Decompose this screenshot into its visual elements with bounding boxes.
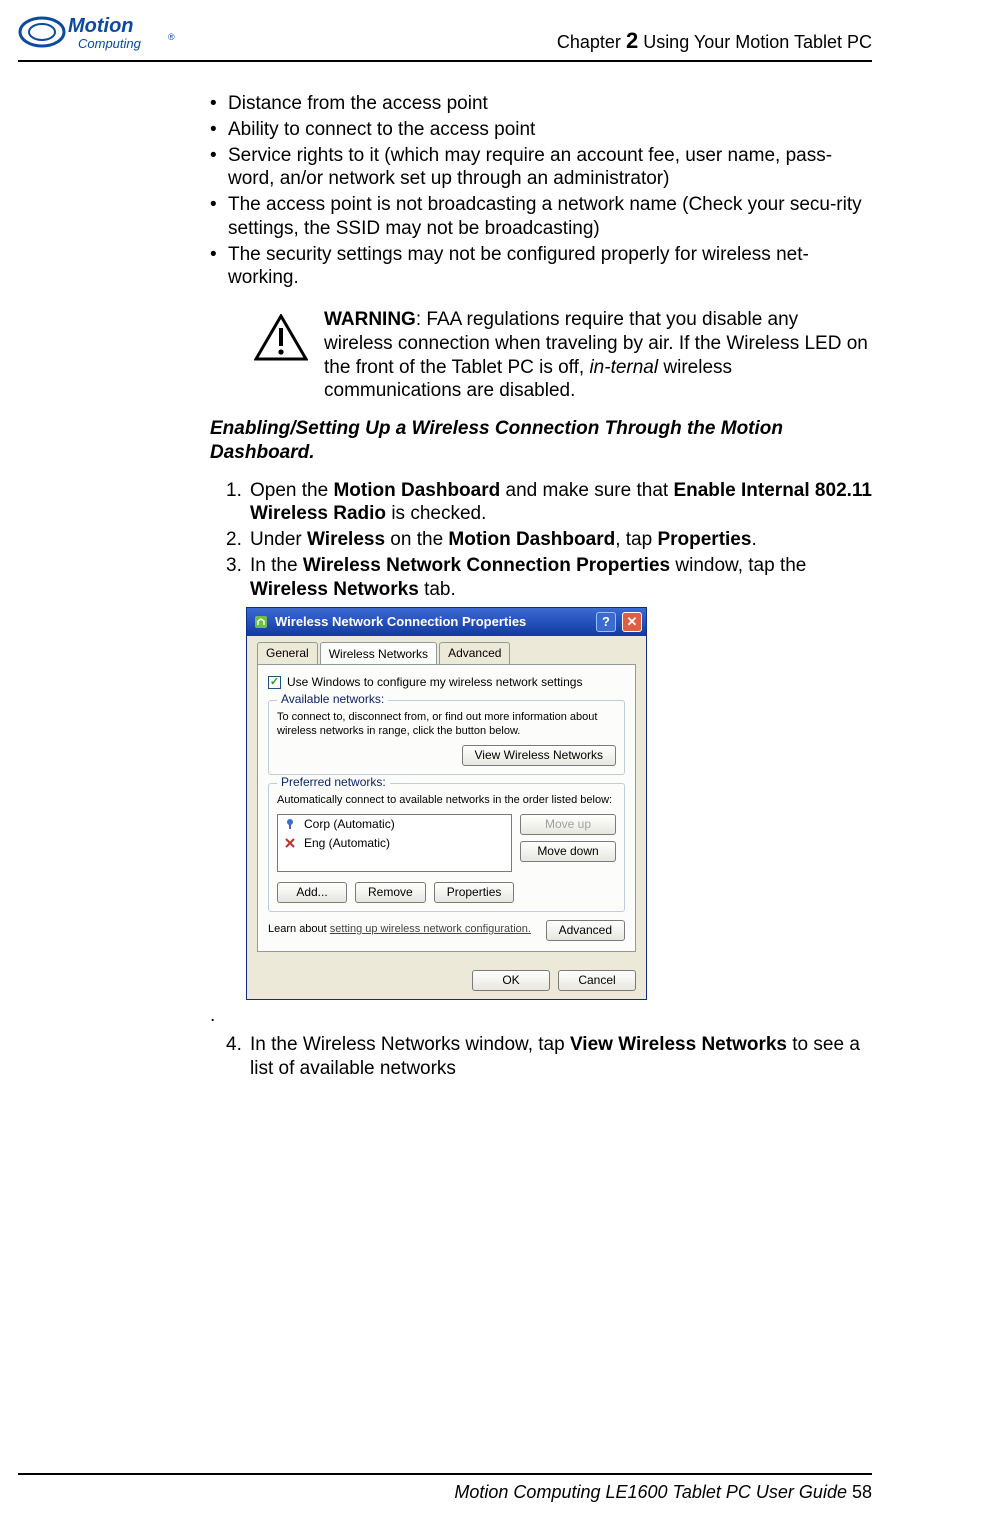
- help-button[interactable]: ?: [596, 612, 616, 632]
- chapter-number: 2: [626, 28, 638, 53]
- bullet-item: Ability to connect to the access point: [228, 118, 872, 142]
- bullet-item: Service rights to it (which may require …: [228, 144, 872, 192]
- svg-text:®: ®: [168, 32, 175, 42]
- bullet-item: Distance from the access point: [228, 92, 872, 116]
- logo-text-2: Computing: [78, 36, 142, 51]
- tab-panel: ✓ Use Windows to configure my wireless n…: [257, 664, 636, 951]
- footer-rule: [18, 1473, 872, 1475]
- page-footer: Motion Computing LE1600 Tablet PC User G…: [18, 1473, 872, 1504]
- advanced-button[interactable]: Advanced: [546, 920, 625, 941]
- preferred-legend: Preferred networks:: [277, 775, 390, 790]
- move-up-button[interactable]: Move up: [520, 814, 616, 835]
- learn-text: Learn about setting up wireless network …: [268, 923, 531, 937]
- use-windows-label: Use Windows to configure my wireless net…: [287, 675, 582, 690]
- footer-text: Motion Computing LE1600 Tablet PC User G…: [454, 1482, 852, 1502]
- logo: Motion Computing ®: [18, 10, 188, 54]
- tab-general[interactable]: General: [257, 642, 318, 664]
- remove-button[interactable]: Remove: [355, 882, 426, 903]
- stray-period: .: [210, 1004, 872, 1028]
- warning-icon: [254, 314, 308, 369]
- warning-text: WARNING: FAA regulations require that yo…: [324, 308, 872, 403]
- step-1: 1. Open the Motion Dashboard and make su…: [226, 479, 872, 527]
- available-legend: Available networks:: [277, 692, 388, 707]
- dialog-titlebar[interactable]: Wireless Network Connection Properties ?…: [247, 608, 646, 636]
- move-down-button[interactable]: Move down: [520, 841, 616, 862]
- network-icon: [284, 818, 296, 830]
- tab-wireless-networks[interactable]: Wireless Networks: [320, 642, 437, 664]
- preferred-desc: Automatically connect to available netwo…: [277, 794, 616, 808]
- step-3: 3. In the Wireless Network Connection Pr…: [226, 554, 872, 602]
- steps-list-2: 4. In the Wireless Networks window, tap …: [226, 1033, 872, 1081]
- preferred-networks-group: Preferred networks: Automatically connec…: [268, 783, 625, 912]
- wireless-icon: [253, 614, 269, 630]
- page-header: Motion Computing ® Chapter 2 Using Your …: [0, 0, 982, 60]
- learn-link[interactable]: setting up wireless network configuratio…: [330, 923, 531, 935]
- available-networks-group: Available networks: To connect to, disco…: [268, 700, 625, 775]
- wireless-properties-dialog: Wireless Network Connection Properties ?…: [246, 607, 647, 999]
- step-4: 4. In the Wireless Networks window, tap …: [226, 1033, 872, 1081]
- network-icon: [284, 837, 296, 849]
- close-button[interactable]: ✕: [622, 612, 642, 632]
- bullet-list: •Distance from the access point •Ability…: [210, 92, 872, 290]
- bullet-item: The security settings may not be configu…: [228, 243, 872, 291]
- use-windows-checkbox[interactable]: ✓: [268, 676, 281, 689]
- dialog-tabs: General Wireless Networks Advanced: [257, 642, 636, 665]
- chapter-prefix: Chapter: [557, 32, 626, 52]
- available-desc: To connect to, disconnect from, or find …: [277, 711, 616, 739]
- step-2: 2. Under Wireless on the Motion Dashboar…: [226, 528, 872, 552]
- properties-button[interactable]: Properties: [434, 882, 515, 903]
- list-item[interactable]: Eng (Automatic): [278, 834, 511, 853]
- cancel-button[interactable]: Cancel: [558, 970, 636, 991]
- steps-list: 1. Open the Motion Dashboard and make su…: [226, 479, 872, 602]
- add-button[interactable]: Add...: [277, 882, 347, 903]
- list-item[interactable]: Corp (Automatic): [278, 815, 511, 834]
- ok-button[interactable]: OK: [472, 970, 550, 991]
- view-wireless-networks-button[interactable]: View Wireless Networks: [462, 745, 616, 766]
- tab-advanced[interactable]: Advanced: [439, 642, 510, 664]
- logo-text-1: Motion: [68, 15, 134, 37]
- dialog-title: Wireless Network Connection Properties: [275, 614, 590, 630]
- preferred-network-list[interactable]: Corp (Automatic) Eng (Automatic): [277, 814, 512, 872]
- warning-label: WARNING: [324, 309, 416, 330]
- page-number: 58: [852, 1482, 872, 1502]
- page-content: •Distance from the access point •Ability…: [0, 62, 982, 1081]
- motion-computing-logo-icon: Motion Computing ®: [18, 10, 188, 54]
- dialog-footer: OK Cancel: [247, 962, 646, 999]
- warning-block: WARNING: FAA regulations require that yo…: [254, 308, 872, 403]
- chapter-title: Using Your Motion Tablet PC: [638, 32, 872, 52]
- section-heading: Enabling/Setting Up a Wireless Connectio…: [210, 417, 872, 465]
- bullet-item: The access point is not broadcasting a n…: [228, 193, 872, 241]
- dialog-figure: Wireless Network Connection Properties ?…: [246, 607, 872, 999]
- chapter-label: Chapter 2 Using Your Motion Tablet PC: [557, 27, 872, 55]
